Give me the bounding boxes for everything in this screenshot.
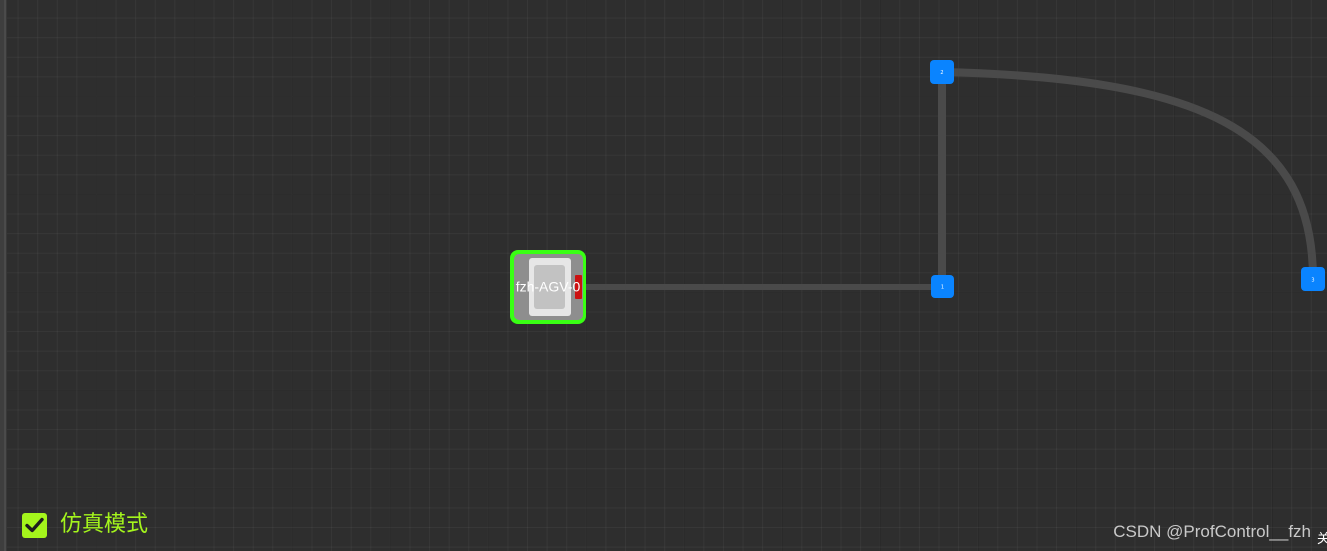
node-3[interactable]: 3 [1301, 267, 1325, 291]
agv-name-label: fzh-AGV-0 [516, 279, 581, 295]
simulation-mode-label: 仿真模式 [60, 512, 149, 537]
agv-vehicle[interactable]: fzh-AGV-0 [510, 250, 586, 324]
edge-glyph: 关 [1316, 532, 1327, 547]
watermark-text: CSDN @ProfControl__fzh [1113, 522, 1311, 541]
path-2-3[interactable] [938, 68, 1317, 283]
node-1-label: 1 [941, 285, 944, 291]
node-2[interactable]: 2 [930, 60, 954, 84]
node-1[interactable]: 1 [931, 275, 954, 298]
checkmark-icon [25, 517, 44, 533]
node-2-label: 2 [940, 70, 943, 76]
simulation-mode-toggle[interactable]: 仿真模式 [22, 512, 148, 538]
simulation-checkbox[interactable] [22, 512, 47, 538]
node-3-label: 3 [1311, 278, 1314, 284]
map-svg: fzh-AGV-0 1 2 3 [510, 60, 1325, 324]
map-canvas[interactable]: fzh-AGV-0 1 2 3 仿真模式 CSDN @ProfControl__… [0, 0, 1327, 551]
